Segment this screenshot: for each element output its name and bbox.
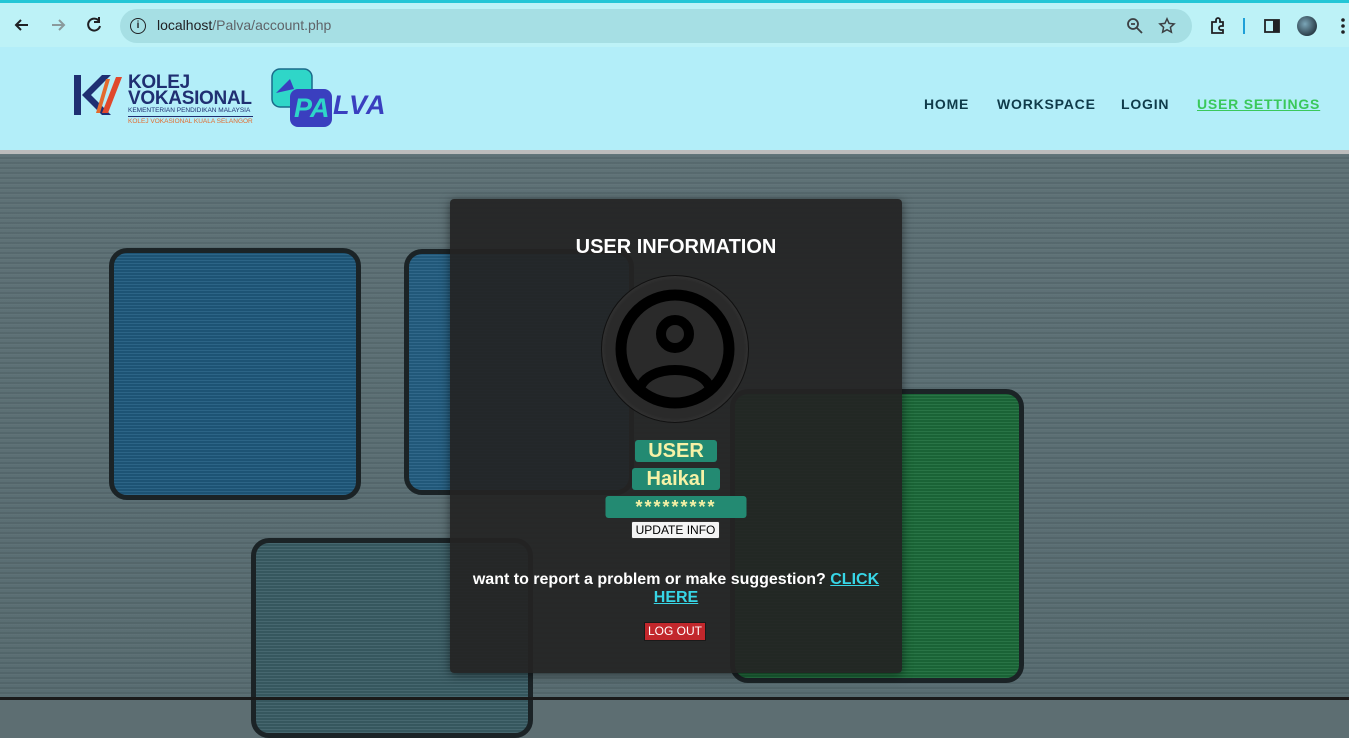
url-text[interactable]: localhost/Palva/account.php [157,17,331,33]
palva-badge-text: PA [294,93,330,123]
logout-button[interactable]: LOG OUT [644,622,706,641]
more-icon[interactable] [1333,16,1349,36]
star-icon[interactable] [1158,16,1176,35]
palva-logo-text: LVA [333,90,387,120]
logo-subtitle2: KOLEJ VOKASIONAL KUALA SELANGOR [128,116,253,125]
nav-workspace[interactable]: WORKSPACE [997,96,1096,112]
zoom-icon[interactable] [1126,17,1144,35]
update-info-button[interactable]: UPDATE INFO [631,521,720,539]
site-header: KOLEJ VOKASIONAL KEMENTERIAN PENDIDIKAN … [0,47,1349,154]
info-icon[interactable]: i [130,18,146,34]
nav-login[interactable]: LOGIN [1121,96,1169,112]
report-prompt: want to report a problem or make suggest… [472,571,826,588]
browser-toolbar: i localhost/Palva/account.php [0,0,1349,47]
nav-user-settings[interactable]: USER SETTINGS [1197,96,1320,112]
forward-icon[interactable] [48,15,68,35]
username: Haikal [632,468,720,490]
extensions-icon[interactable] [1208,16,1228,36]
address-bar[interactable]: i localhost/Palva/account.php [120,9,1192,43]
user-avatar-icon [601,275,749,423]
user-information-panel: USER INFORMATION USER Haikal ********* U… [450,199,902,673]
panel-title: USER INFORMATION [575,236,777,258]
nav-home[interactable]: HOME [924,96,969,112]
logo-subtitle: KEMENTERIAN PENDIDIKAN MALAYSIA [128,107,251,114]
toolbar-divider [1243,18,1245,34]
kolej-vokasional-logo[interactable]: KOLEJ VOKASIONAL KEMENTERIAN PENDIDIKAN … [72,72,262,129]
reload-icon[interactable] [84,15,104,35]
report-text: want to report a problem or make suggest… [450,571,902,607]
user-role: USER [635,440,717,462]
password-masked: ********* [605,496,747,518]
kv-mark-icon [74,75,122,115]
back-icon[interactable] [12,15,32,35]
sidebar-icon[interactable] [1262,16,1282,36]
profile-avatar[interactable] [1297,16,1317,36]
background-tile [109,248,361,500]
